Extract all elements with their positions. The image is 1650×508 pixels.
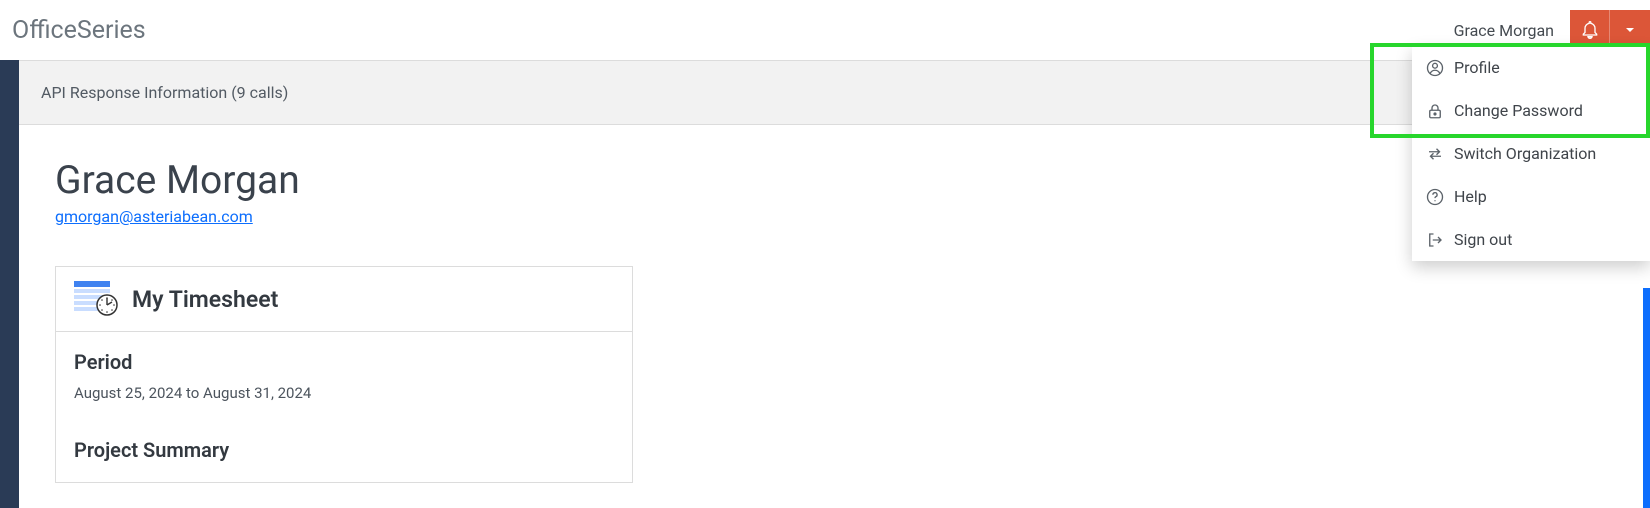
top-user-name: Grace Morgan <box>1438 21 1570 40</box>
scrollbar-indicator[interactable] <box>1643 288 1650 508</box>
timesheet-card: My Timesheet Period August 25, 2024 to A… <box>55 266 633 483</box>
menu-item-label: Help <box>1454 187 1487 206</box>
menu-item-profile[interactable]: Profile <box>1412 46 1650 89</box>
caret-down-icon <box>1624 24 1636 36</box>
user-menu-toggle[interactable] <box>1610 10 1650 50</box>
user-dropdown-menu: Profile Change Password Switch Organizat… <box>1412 46 1650 261</box>
page-title: Grace Morgan <box>55 157 1614 203</box>
menu-item-label: Sign out <box>1454 230 1512 249</box>
menu-item-change-password[interactable]: Change Password <box>1412 89 1650 132</box>
timesheet-card-body: Period August 25, 2024 to August 31, 202… <box>56 332 632 482</box>
menu-item-sign-out[interactable]: Sign out <box>1412 218 1650 261</box>
project-summary-label: Project Summary <box>74 438 614 462</box>
timesheet-icon <box>74 281 118 317</box>
notifications-button[interactable] <box>1570 10 1610 50</box>
swap-icon <box>1426 145 1444 163</box>
lock-icon <box>1426 102 1444 120</box>
help-icon <box>1426 188 1444 206</box>
left-nav-rail[interactable] <box>0 60 19 508</box>
app-body: API Response Information (9 calls) Grace… <box>0 60 1650 508</box>
top-bar: OfficeSeries Grace Morgan <box>0 0 1650 60</box>
content-area: API Response Information (9 calls) Grace… <box>19 60 1650 508</box>
timesheet-card-title: My Timesheet <box>132 286 278 313</box>
menu-item-label: Switch Organization <box>1454 144 1596 163</box>
period-value: August 25, 2024 to August 31, 2024 <box>74 384 614 402</box>
period-label: Period <box>74 350 614 374</box>
timesheet-card-header: My Timesheet <box>56 267 632 332</box>
user-email-link[interactable]: gmorgan@asteriabean.com <box>55 207 253 226</box>
api-banner[interactable]: API Response Information (9 calls) <box>19 60 1650 125</box>
menu-item-switch-organization[interactable]: Switch Organization <box>1412 132 1650 175</box>
sign-out-icon <box>1426 231 1444 249</box>
menu-item-label: Profile <box>1454 58 1500 77</box>
main-content: Grace Morgan gmorgan@asteriabean.com <box>19 125 1650 483</box>
menu-item-help[interactable]: Help <box>1412 175 1650 218</box>
user-icon <box>1426 59 1444 77</box>
bell-icon <box>1580 20 1600 40</box>
menu-item-label: Change Password <box>1454 101 1583 120</box>
brand-label: OfficeSeries <box>12 16 146 45</box>
